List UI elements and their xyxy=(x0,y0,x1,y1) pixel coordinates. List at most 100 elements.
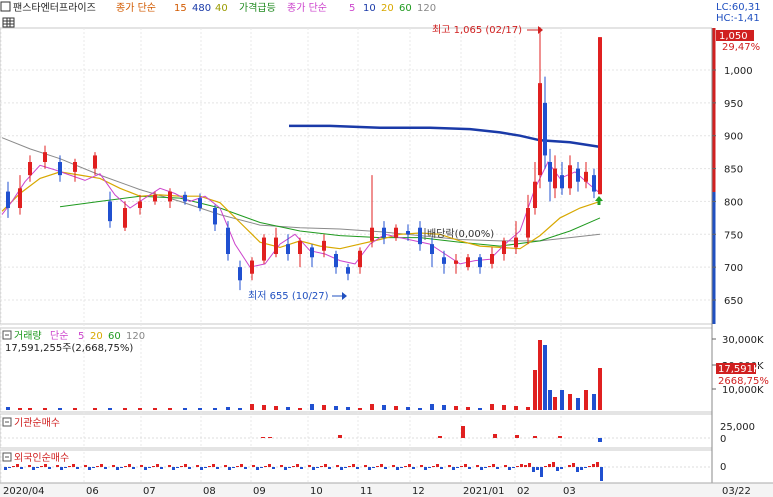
volume-bar xyxy=(560,390,564,410)
candle-body xyxy=(108,201,112,222)
volume-bar xyxy=(548,390,552,410)
ma-legend-period-15: 15 xyxy=(174,3,187,14)
ma-legend-label: 종가 단순 xyxy=(116,2,156,14)
foreign-bar xyxy=(272,467,275,469)
volume-bar xyxy=(418,408,422,410)
volume-bar xyxy=(198,408,202,410)
foreign-bar xyxy=(128,464,131,467)
foreign-bar xyxy=(20,467,23,469)
foreign-bar xyxy=(344,467,347,468)
foreign-bar xyxy=(68,466,71,467)
volume-bar xyxy=(533,370,537,410)
foreign-bar xyxy=(412,467,415,469)
foreign-bar xyxy=(468,467,471,469)
menu-icon[interactable] xyxy=(0,1,11,12)
price-tick-label: 700 xyxy=(724,263,743,274)
price-tag: 1,050 xyxy=(719,31,748,42)
foreign-bar xyxy=(208,466,211,467)
foreign-bar xyxy=(540,467,543,477)
x-tick-label: 03 xyxy=(563,486,576,497)
foreign-bar xyxy=(568,465,571,467)
stock-name[interactable]: 팬스타엔터프라이즈 xyxy=(13,2,96,14)
high-label: 최고 1,065 (02/17) xyxy=(432,24,522,36)
foreign-bar xyxy=(544,466,547,467)
foreign-bar xyxy=(296,464,299,467)
low-label: 최저 655 (10/27) xyxy=(248,290,329,302)
candle-body xyxy=(533,181,537,208)
volume-bar xyxy=(370,404,374,410)
candle-body xyxy=(543,102,547,156)
foreign-bar xyxy=(460,466,463,467)
candle-body xyxy=(346,267,350,274)
volume-bar xyxy=(454,406,458,410)
candle-body xyxy=(406,231,410,235)
x-tick-label: 12 xyxy=(412,486,425,497)
foreign-bar xyxy=(288,467,291,468)
x-date-label: 03/22 xyxy=(722,486,751,497)
stock-chart: 팬스타엔터프라이즈 종가 단순 15 480 40 가격급등 종가 단순 5 1… xyxy=(0,0,773,497)
candle-body xyxy=(286,244,290,254)
candle-body xyxy=(514,237,518,248)
volume-bar xyxy=(168,408,172,410)
foreign-bar xyxy=(484,467,487,468)
volume-bar xyxy=(43,408,47,410)
x-tick-label: 06 xyxy=(86,486,99,497)
candle-body xyxy=(478,257,482,268)
volume-ma-20: 20 xyxy=(90,331,103,342)
volume-bar xyxy=(238,408,242,410)
ma2-legend-label: 종가 단순 xyxy=(287,2,327,14)
candle-body xyxy=(6,191,10,208)
foreign-bar xyxy=(588,466,591,467)
foreign-bar xyxy=(596,462,599,467)
candle-body xyxy=(274,237,278,254)
volume-bar xyxy=(108,408,112,410)
candle-body xyxy=(18,188,22,208)
foreign-bar xyxy=(28,465,31,467)
foreign-bar xyxy=(180,466,183,467)
candle-body xyxy=(560,175,564,189)
volume-bar xyxy=(298,408,302,410)
foreign-bar xyxy=(392,465,395,467)
volume-bar xyxy=(73,408,77,410)
candle-body xyxy=(382,227,386,238)
foreign-bar xyxy=(580,467,583,470)
x-tick-label: 09 xyxy=(253,486,266,497)
foreign-bar xyxy=(72,464,75,467)
candle-body xyxy=(502,240,506,254)
candle-body xyxy=(43,152,47,162)
inst-bar xyxy=(461,426,465,438)
foreign-bar xyxy=(548,464,551,467)
foreign-bar xyxy=(600,467,603,481)
candle-body xyxy=(553,168,557,189)
volume-bar xyxy=(28,408,32,410)
foreign-bar xyxy=(492,464,495,467)
foreign-bar xyxy=(476,465,479,467)
x-tick-label: 11 xyxy=(360,486,373,497)
foreign-bar xyxy=(224,465,227,467)
foreign-bar xyxy=(380,464,383,467)
foreign-bar xyxy=(552,462,555,467)
foreign-bar xyxy=(36,467,39,468)
foreign-bar xyxy=(60,467,63,470)
volume-bar xyxy=(592,394,596,410)
ma2-legend-period-60: 60 xyxy=(399,3,412,14)
candle-body xyxy=(298,240,302,254)
foreign-bar xyxy=(480,467,483,470)
volume-bar xyxy=(286,407,290,410)
candle-body xyxy=(418,227,422,245)
volume-bar xyxy=(490,404,494,410)
foreign-bar xyxy=(268,464,271,467)
foreign-bar xyxy=(424,467,427,470)
volume-bar xyxy=(406,407,410,410)
volume-bar xyxy=(262,405,266,410)
grid-icon[interactable] xyxy=(2,17,15,28)
candle-body xyxy=(238,267,242,281)
volume-bar xyxy=(346,407,350,410)
candle-body xyxy=(310,247,314,258)
volume-bar xyxy=(123,408,127,410)
volume-bar xyxy=(442,405,446,410)
volume-bar xyxy=(58,408,62,410)
foreign-bar xyxy=(504,465,507,467)
inst-bar xyxy=(493,434,497,438)
foreign-bar xyxy=(396,467,399,470)
